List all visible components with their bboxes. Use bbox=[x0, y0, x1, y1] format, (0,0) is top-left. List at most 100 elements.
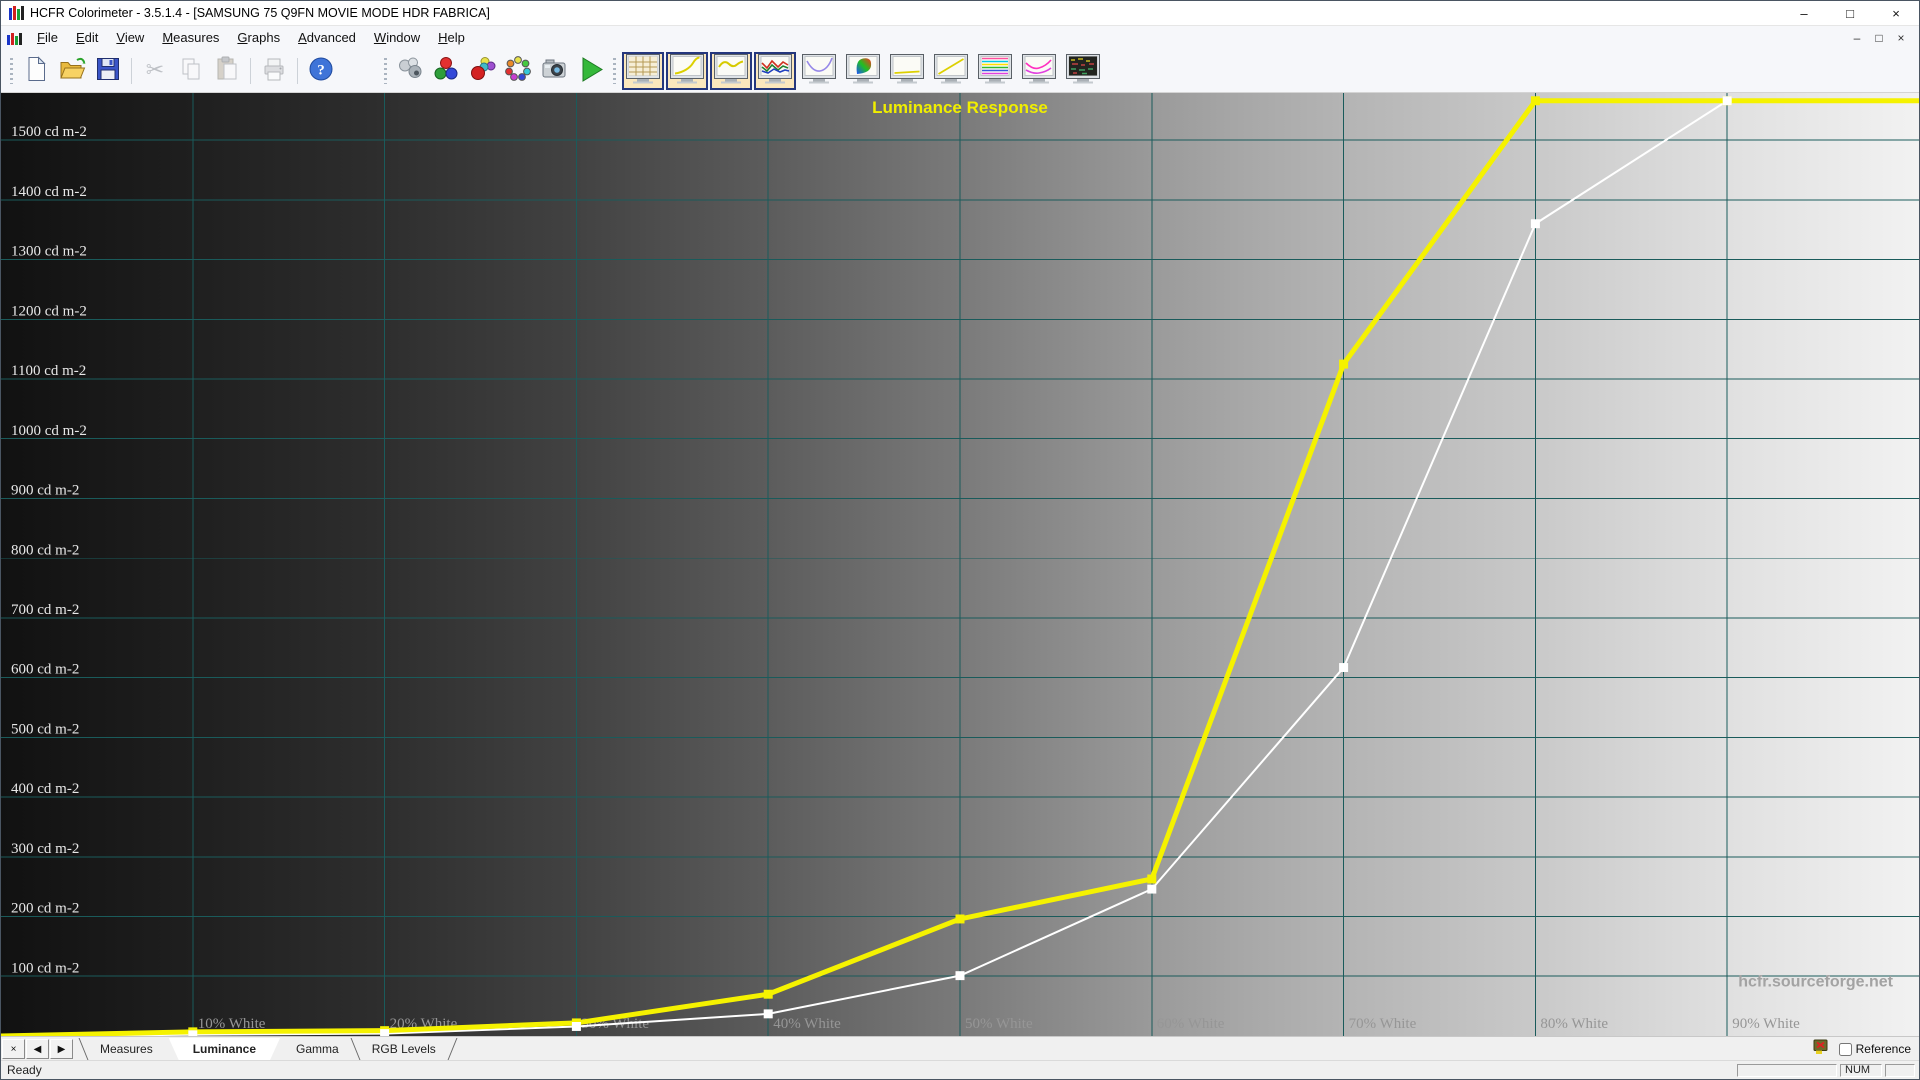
svg-text:1100 cd m-2: 1100 cd m-2 bbox=[11, 363, 86, 379]
print-button[interactable] bbox=[257, 53, 291, 89]
menu-edit[interactable]: Edit bbox=[67, 27, 107, 48]
scroll-tabs-left-button[interactable]: ◀ bbox=[26, 1039, 49, 1059]
cie-chart-view-icon bbox=[844, 53, 882, 89]
status-bar: Ready NUM bbox=[1, 1060, 1919, 1079]
svg-text:90% White: 90% White bbox=[1732, 1016, 1800, 1032]
close-button[interactable]: × bbox=[1873, 1, 1919, 25]
sensor-configuration-icon bbox=[395, 54, 425, 89]
toolbar-grip bbox=[613, 58, 616, 84]
svg-text:80% White: 80% White bbox=[1540, 1016, 1608, 1032]
rgb-levels-view-button[interactable] bbox=[754, 52, 796, 90]
window-title: HCFR Colorimeter - 3.5.1.4 - [SAMSUNG 75… bbox=[30, 6, 490, 20]
tab-luminance[interactable]: Luminance bbox=[169, 1038, 280, 1060]
contrast-view-icon bbox=[888, 53, 926, 89]
mdi-restore-button[interactable]: □ bbox=[1869, 29, 1889, 47]
measures-table-view-button[interactable] bbox=[622, 52, 664, 90]
toolbar-separator bbox=[131, 58, 132, 84]
toolbar-grip bbox=[384, 58, 387, 84]
tab-rgb-levels[interactable]: RGB Levels bbox=[356, 1038, 452, 1060]
svg-text:900 cd m-2: 900 cd m-2 bbox=[11, 483, 79, 499]
status-message: Ready bbox=[7, 1063, 42, 1077]
svg-text:✂: ✂ bbox=[146, 57, 164, 82]
run-measures-button[interactable] bbox=[573, 53, 607, 89]
open-file-icon bbox=[57, 54, 87, 89]
measures-table-view-icon bbox=[624, 53, 662, 89]
svg-text:1500 cd m-2: 1500 cd m-2 bbox=[11, 124, 87, 140]
noise-view-icon bbox=[1064, 53, 1102, 89]
watermark: hcfr.sourceforge.net bbox=[1738, 973, 1893, 990]
free-measures-icon bbox=[467, 54, 497, 89]
color-temperature-view-button[interactable] bbox=[798, 52, 840, 90]
gamma-view-button[interactable] bbox=[710, 52, 752, 90]
svg-text:500 cd m-2: 500 cd m-2 bbox=[11, 721, 79, 737]
svg-text:?: ? bbox=[317, 62, 325, 78]
print-icon bbox=[259, 54, 289, 89]
paste-icon bbox=[212, 54, 242, 89]
display-colors-button[interactable] bbox=[429, 53, 463, 89]
menu-view[interactable]: View bbox=[107, 27, 153, 48]
new-document-icon bbox=[21, 54, 51, 89]
svg-text:100 cd m-2: 100 cd m-2 bbox=[11, 960, 79, 976]
open-file-button[interactable] bbox=[55, 53, 89, 89]
luminance-view-icon bbox=[668, 53, 706, 89]
menu-window[interactable]: Window bbox=[365, 27, 429, 48]
svg-text:600 cd m-2: 600 cd m-2 bbox=[11, 662, 79, 678]
svg-text:800 cd m-2: 800 cd m-2 bbox=[11, 542, 79, 558]
svg-text:1400 cd m-2: 1400 cd m-2 bbox=[11, 184, 87, 200]
cie-chart-view-button[interactable] bbox=[842, 52, 884, 90]
mdi-minimize-button[interactable]: – bbox=[1847, 29, 1867, 47]
color-temperature-view-icon bbox=[800, 53, 838, 89]
close-view-button[interactable]: × bbox=[2, 1039, 25, 1059]
new-document-button[interactable] bbox=[19, 53, 53, 89]
paste-button[interactable] bbox=[210, 53, 244, 89]
free-measures-button[interactable] bbox=[465, 53, 499, 89]
spectrum-view-button[interactable] bbox=[974, 52, 1016, 90]
title-bar: HCFR Colorimeter - 3.5.1.4 - [SAMSUNG 75… bbox=[1, 1, 1919, 25]
reference-checkbox[interactable] bbox=[1838, 1042, 1852, 1056]
luminance-view-button[interactable] bbox=[666, 52, 708, 90]
maximize-button[interactable]: □ bbox=[1827, 1, 1873, 25]
sensor-configuration-button[interactable] bbox=[393, 53, 427, 89]
menu-advanced[interactable]: Advanced bbox=[289, 27, 365, 48]
tab-gamma[interactable]: Gamma bbox=[280, 1038, 355, 1060]
help-icon: ? bbox=[306, 54, 336, 89]
chart-canvas: 100 cd m-2 200 cd m-2 300 cd m-2 400 cd m-2… bbox=[1, 93, 1919, 1036]
menu-file[interactable]: File bbox=[28, 27, 67, 48]
svg-text:400 cd m-2: 400 cd m-2 bbox=[11, 781, 79, 797]
menu-bar: File Edit View Measures Graphs Advanced Window… bbox=[1, 25, 1919, 50]
chart-title: Luminance Response bbox=[872, 98, 1048, 117]
svg-text:70% White: 70% White bbox=[1349, 1016, 1417, 1032]
save-file-button[interactable] bbox=[91, 53, 125, 89]
mdi-child-icon bbox=[7, 31, 22, 45]
luminance-histogram-view-button[interactable] bbox=[930, 52, 972, 90]
contrast-view-button[interactable] bbox=[886, 52, 928, 90]
snapshot-camera-button[interactable] bbox=[537, 53, 571, 89]
noise-view-button[interactable] bbox=[1062, 52, 1104, 90]
menu-help[interactable]: Help bbox=[429, 27, 474, 48]
help-button[interactable]: ? bbox=[304, 53, 338, 89]
saturation-view-icon bbox=[1020, 53, 1058, 89]
menu-measures[interactable]: Measures bbox=[153, 27, 228, 48]
continuous-measures-icon bbox=[503, 54, 533, 89]
svg-text:1000 cd m-2: 1000 cd m-2 bbox=[11, 423, 87, 439]
tab-measures[interactable]: Measures bbox=[84, 1038, 169, 1060]
mdi-close-button[interactable]: × bbox=[1891, 29, 1911, 47]
svg-text:200 cd m-2: 200 cd m-2 bbox=[11, 901, 79, 917]
cut-button[interactable]: ✂ bbox=[138, 53, 172, 89]
svg-text:700 cd m-2: 700 cd m-2 bbox=[11, 602, 79, 618]
saturation-view-button[interactable] bbox=[1018, 52, 1060, 90]
gamma-view-icon bbox=[712, 53, 750, 89]
status-panel-empty-2 bbox=[1885, 1063, 1915, 1077]
svg-text:40% White: 40% White bbox=[773, 1016, 841, 1032]
menu-graphs[interactable]: Graphs bbox=[228, 27, 289, 48]
scroll-tabs-right-button[interactable]: ▶ bbox=[50, 1039, 73, 1059]
copy-icon bbox=[176, 54, 206, 89]
status-panel-empty-1 bbox=[1737, 1063, 1837, 1077]
run-measures-icon bbox=[575, 54, 605, 89]
toolbar-grip bbox=[10, 58, 13, 84]
svg-text:1200 cd m-2: 1200 cd m-2 bbox=[11, 303, 87, 319]
continuous-measures-button[interactable] bbox=[501, 53, 535, 89]
svg-text:60% White: 60% White bbox=[1157, 1016, 1225, 1032]
copy-button[interactable] bbox=[174, 53, 208, 89]
minimize-button[interactable]: – bbox=[1781, 1, 1827, 25]
